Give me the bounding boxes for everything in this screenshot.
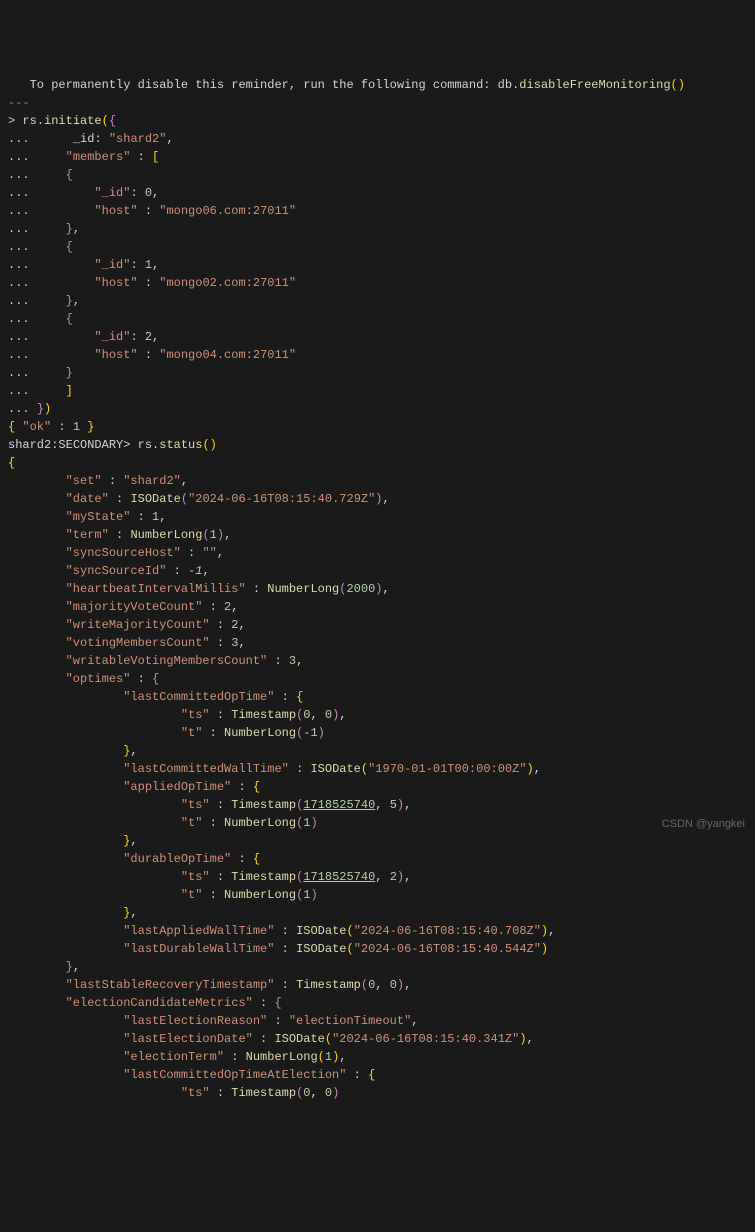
reminder-text: To permanently disable this reminder, ru… — [8, 78, 483, 92]
terminal-output: To permanently disable this reminder, ru… — [8, 76, 747, 1102]
divider: --- — [8, 96, 30, 110]
watermark: CSDN @yangkei — [662, 816, 745, 833]
shell-prompt: shard2 — [8, 438, 51, 452]
